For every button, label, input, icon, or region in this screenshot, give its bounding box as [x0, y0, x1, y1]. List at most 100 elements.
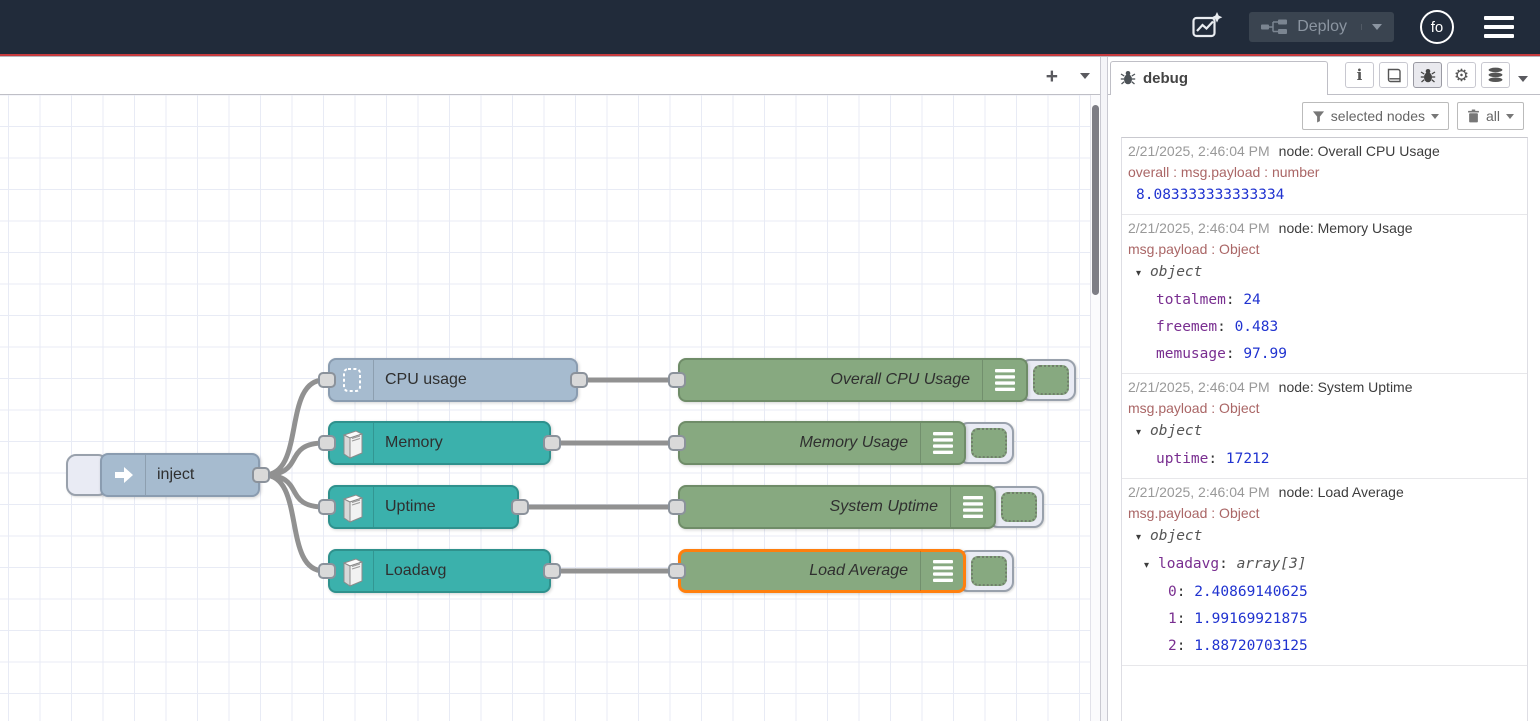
node-uptime[interactable]: Uptime: [328, 485, 519, 529]
input-port[interactable]: [668, 499, 686, 515]
json-key: 0: [1168, 584, 1177, 600]
debug-toggle-button[interactable]: [988, 486, 1044, 528]
add-flow-button[interactable]: +: [1046, 66, 1058, 87]
output-port[interactable]: [252, 467, 270, 483]
context-data-tab-button[interactable]: [1481, 62, 1510, 88]
user-avatar[interactable]: fo: [1420, 10, 1454, 44]
collapse-caret-icon[interactable]: ▾: [1144, 552, 1158, 579]
node-load-average[interactable]: Load Average: [678, 549, 966, 593]
bug-icon: [1120, 69, 1136, 89]
wire[interactable]: [264, 475, 324, 507]
json-key: freemem: [1156, 319, 1217, 335]
workspace: + inject CPU usage Memory Uptime Loadavg Over…: [0, 57, 1100, 721]
sidebar-resize-handle[interactable]: [1100, 57, 1108, 721]
collapse-caret-icon[interactable]: ▾: [1136, 524, 1150, 551]
debug-toggle-state: [1033, 365, 1069, 395]
arrow-icon: [102, 455, 146, 495]
debug-value-row: ▾object: [1128, 523, 1523, 551]
gear-icon: ⚙: [1454, 67, 1469, 84]
help-tab-button[interactable]: [1379, 62, 1408, 88]
debug-message-meta: 2/21/2025, 2:46:04 PM node: Memory Usage: [1128, 218, 1523, 239]
debug-message[interactable]: 2/21/2025, 2:46:04 PMnode: Load Averagem…: [1122, 479, 1527, 666]
debug-property: overall : msg.payload : number: [1128, 162, 1523, 182]
debug-source-node: node: System Uptime: [1279, 379, 1413, 395]
json-key: memusage: [1156, 346, 1226, 362]
menu-icon[interactable]: [1480, 12, 1518, 42]
debug-timestamp: 2/21/2025, 2:46:04 PM: [1128, 379, 1270, 395]
debug-value-row: ▾object: [1128, 418, 1523, 446]
input-port[interactable]: [318, 499, 336, 515]
debug-message[interactable]: 2/21/2025, 2:46:04 PMnode: Overall CPU U…: [1122, 138, 1527, 215]
json-key: uptime: [1156, 451, 1208, 467]
debug-toggle-button[interactable]: [958, 550, 1014, 592]
deploy-button[interactable]: Deploy: [1249, 12, 1394, 42]
debug-clear-button[interactable]: all: [1457, 102, 1524, 130]
input-port[interactable]: [668, 372, 686, 388]
tab-debug[interactable]: debug: [1110, 61, 1328, 95]
debug-toolbar: selected nodes all: [1108, 95, 1540, 137]
debug-value-row: uptime: 17212: [1128, 446, 1523, 473]
input-port[interactable]: [668, 563, 686, 579]
output-port[interactable]: [543, 563, 561, 579]
book-icon: [1385, 68, 1402, 83]
sidebar-options-caret[interactable]: [1518, 76, 1528, 82]
debug-timestamp: 2/21/2025, 2:46:04 PM: [1128, 220, 1270, 236]
input-port[interactable]: [318, 435, 336, 451]
sidebar: debug i: [1108, 57, 1540, 721]
deploy-icon: [1261, 19, 1287, 35]
debug-list-icon: [932, 430, 954, 456]
json-value: 97.99: [1243, 346, 1287, 362]
node-memory-usage[interactable]: Memory Usage: [678, 421, 966, 465]
debug-source-node: node: Memory Usage: [1279, 220, 1413, 236]
node-inject[interactable]: inject: [100, 453, 260, 497]
node-system-uptime[interactable]: System Uptime: [678, 485, 996, 529]
output-port[interactable]: [511, 499, 529, 515]
debug-property: msg.payload : Object: [1128, 239, 1523, 259]
debug-message[interactable]: 2/21/2025, 2:46:04 PM node: Memory Usage m…: [1122, 215, 1527, 374]
debug-filter-button[interactable]: selected nodes: [1302, 102, 1449, 130]
tab-debug-label: debug: [1143, 70, 1188, 87]
node-label: Memory Usage: [800, 421, 908, 465]
input-port[interactable]: [668, 435, 686, 451]
canvas-scrollbar[interactable]: [1090, 95, 1100, 721]
server-icon: [330, 551, 374, 591]
debug-toggle-button[interactable]: [958, 422, 1014, 464]
debug-value-row: memusage: 97.99: [1128, 341, 1523, 368]
debug-value-row: 1: 1.99169921875: [1128, 606, 1523, 633]
flow-canvas[interactable]: inject CPU usage Memory Uptime Loadavg Overal…: [0, 95, 1100, 721]
debug-message[interactable]: 2/21/2025, 2:46:04 PM node: System Uptime…: [1122, 374, 1527, 479]
output-port[interactable]: [570, 372, 588, 388]
node-label: inject: [157, 453, 194, 497]
collapse-caret-icon[interactable]: ▾: [1136, 419, 1150, 446]
node-cpu-usage[interactable]: CPU usage: [328, 358, 578, 402]
debug-toggle-state: [971, 428, 1007, 458]
server-icon: [337, 554, 367, 588]
json-value: 17212: [1226, 451, 1270, 467]
json-value: array[3]: [1237, 556, 1307, 572]
config-nodes-tab-button[interactable]: ⚙: [1447, 62, 1476, 88]
output-port[interactable]: [543, 435, 561, 451]
debug-toggle-button[interactable]: [1020, 359, 1076, 401]
list-icon: [920, 423, 964, 463]
debug-tab-button[interactable]: [1413, 62, 1442, 88]
flow-snapshot-icon[interactable]: [1191, 10, 1223, 44]
info-tab-button[interactable]: i: [1345, 62, 1374, 88]
node-loadavg[interactable]: Loadavg: [328, 549, 551, 593]
wire[interactable]: [264, 443, 324, 475]
json-value: 2.40869140625: [1194, 584, 1308, 600]
deploy-options-caret[interactable]: [1361, 24, 1382, 30]
input-port[interactable]: [318, 372, 336, 388]
flow-list-caret[interactable]: [1080, 73, 1090, 79]
node-memory[interactable]: Memory: [328, 421, 551, 465]
collapse-caret-icon[interactable]: ▾: [1136, 260, 1150, 287]
node-label: CPU usage: [385, 358, 467, 402]
json-value: 1.88720703125: [1194, 638, 1308, 654]
input-port[interactable]: [318, 563, 336, 579]
debug-value-row: 8.083333333333334: [1128, 182, 1523, 209]
node-label: Loadavg: [385, 549, 446, 593]
canvas-scrollbar-thumb[interactable]: [1092, 105, 1099, 295]
debug-value-row: totalmem: 24: [1128, 287, 1523, 314]
chip-icon: [330, 360, 374, 400]
node-overall-cpu-usage[interactable]: Overall CPU Usage: [678, 358, 1028, 402]
node-label: Load Average: [809, 549, 908, 593]
